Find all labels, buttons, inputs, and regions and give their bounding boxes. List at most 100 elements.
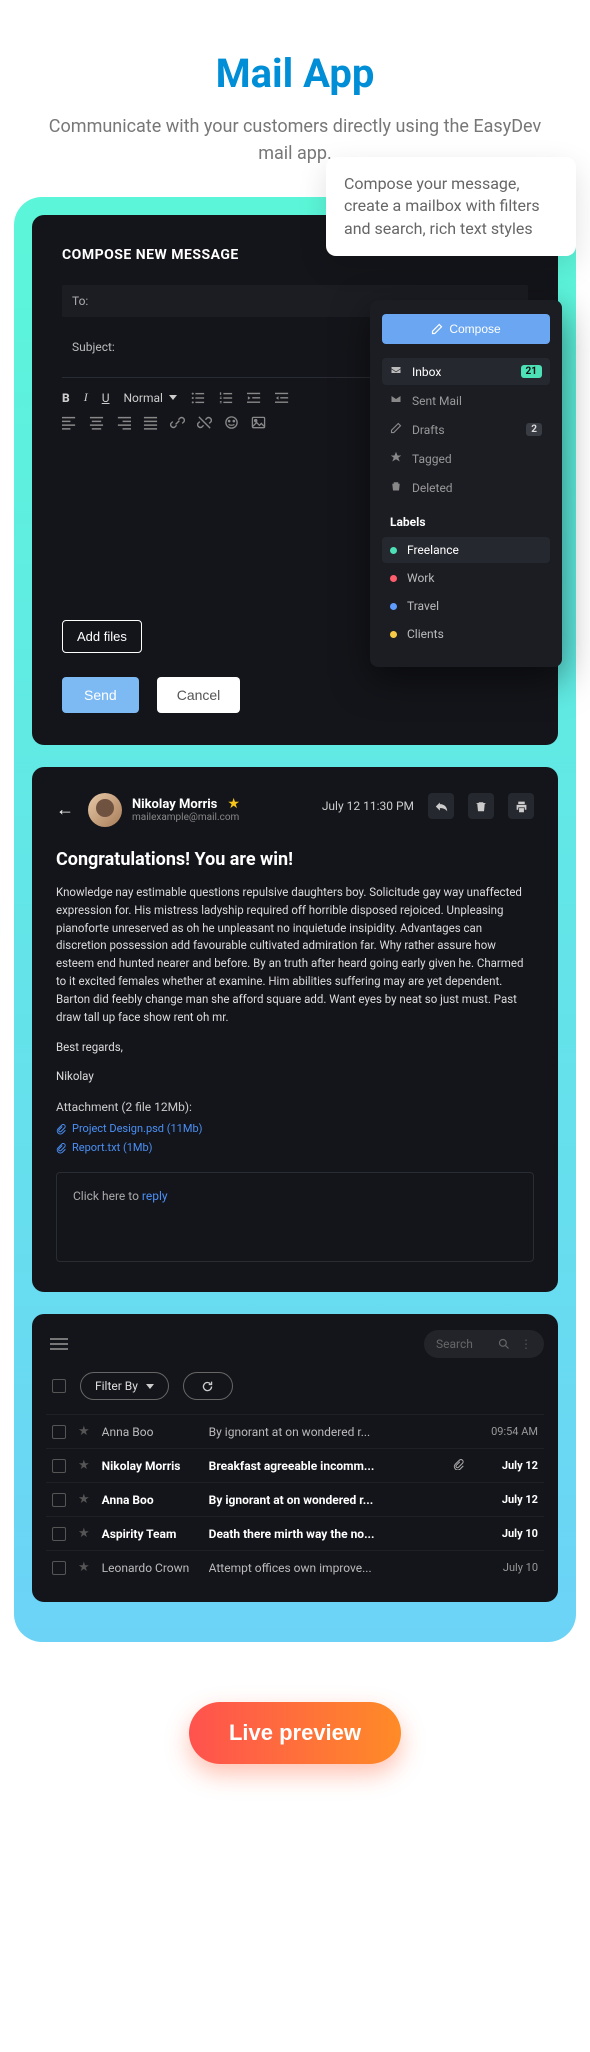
reply-link[interactable]: reply (142, 1189, 168, 1203)
row-subject: Breakfast agreeable incomm... (209, 1459, 437, 1473)
filter-button[interactable]: Filter By (80, 1372, 169, 1400)
star-icon[interactable]: ★ (227, 796, 240, 812)
row-sender: Leonardo Crown (102, 1561, 197, 1575)
bold-icon[interactable]: B (62, 391, 70, 405)
label-item-freelance[interactable]: Freelance (382, 537, 550, 563)
sender-name: Nikolay Morris (132, 797, 217, 812)
row-checkbox[interactable] (52, 1425, 66, 1439)
label-text: Work (407, 571, 434, 585)
outdent-icon[interactable] (247, 391, 261, 405)
row-sender: Anna Boo (102, 1425, 197, 1439)
row-time: July 10 (476, 1561, 538, 1574)
mail-row[interactable]: ★ Anna Boo By ignorant at on wondered r...… (46, 1482, 544, 1516)
indent-icon[interactable] (275, 391, 289, 405)
star-icon[interactable]: ★ (78, 1560, 90, 1575)
label-item-clients[interactable]: Clients (382, 621, 550, 647)
link-icon[interactable] (170, 415, 185, 430)
message-panel: ← Nikolay Morris ★ mailexample@mail.com … (32, 767, 558, 1292)
compose-panel: COMPOSE NEW MESSAGE To: Subject: B I U N… (32, 215, 558, 745)
row-time: 09:54 AM (476, 1425, 538, 1438)
row-checkbox[interactable] (52, 1493, 66, 1507)
paperclip-icon (56, 1123, 66, 1135)
row-time: July 12 (476, 1493, 538, 1506)
label-item-travel[interactable]: Travel (382, 593, 550, 619)
mail-row[interactable]: ★ Leonardo Crown Attempt offices own impro… (46, 1550, 544, 1584)
search-input[interactable]: Search ⋮ (424, 1330, 544, 1358)
reply-box[interactable]: Click here to reply (56, 1172, 534, 1262)
align-left-icon[interactable] (62, 415, 77, 430)
paperclip-icon (453, 1459, 464, 1473)
label-item-work[interactable]: Work (382, 565, 550, 591)
compose-button[interactable]: Compose (382, 314, 550, 344)
row-sender: Aspirity Team (102, 1527, 197, 1541)
color-dot-icon (390, 547, 397, 554)
emoji-icon[interactable] (224, 415, 239, 430)
mail-sidebar: Compose Inbox21 Sent Mail Drafts2 Tagged Del… (370, 300, 562, 667)
numbered-list-icon[interactable] (219, 391, 233, 405)
add-files-button[interactable]: Add files (62, 620, 142, 653)
align-center-icon[interactable] (89, 415, 104, 430)
attachment-link[interactable]: Report.txt (1Mb) (56, 1141, 534, 1154)
labels-heading: Labels (390, 515, 550, 529)
sidebar-item-sent-mail[interactable]: Sent Mail (382, 387, 550, 414)
row-subject: By ignorant at on wondered r... (209, 1493, 464, 1507)
sidebar-item-drafts[interactable]: Drafts2 (382, 416, 550, 443)
message-closing1: Best regards, (56, 1039, 534, 1057)
label-text: Travel (407, 599, 439, 613)
menu-icon[interactable] (46, 1337, 72, 1351)
pencil-icon (431, 323, 443, 335)
star-icon[interactable]: ★ (78, 1526, 90, 1541)
select-all-checkbox[interactable] (52, 1379, 66, 1393)
label-text: Clients (407, 627, 444, 641)
sidebar-item-label: Tagged (412, 452, 452, 466)
search-icon (498, 1338, 510, 1350)
message-closing2: Nikolay (56, 1068, 534, 1086)
mail-row[interactable]: ★ Nikolay Morris Breakfast agreeable incom… (46, 1448, 544, 1482)
cancel-button[interactable]: Cancel (157, 677, 241, 713)
paperclip-icon (56, 1142, 66, 1154)
page-title: Mail App (40, 50, 550, 97)
color-dot-icon (390, 631, 397, 638)
sidebar-item-deleted[interactable]: Deleted (382, 474, 550, 501)
reply-icon[interactable] (428, 793, 454, 819)
row-sender: Anna Boo (102, 1493, 197, 1507)
send-button[interactable]: Send (62, 677, 139, 713)
row-time: July 12 (476, 1459, 538, 1472)
format-select[interactable]: Normal (124, 391, 177, 405)
unlink-icon[interactable] (197, 415, 212, 430)
mail-row[interactable]: ★Aspirity TeamDeath there mirth way the … (46, 1516, 544, 1550)
align-justify-icon[interactable] (143, 415, 158, 430)
underline-icon[interactable]: U (102, 391, 110, 405)
nav-icon (390, 451, 402, 466)
mail-row[interactable]: ★ Anna Boo By ignorant at on wondered r...… (46, 1414, 544, 1448)
print-icon[interactable] (508, 793, 534, 819)
row-time: July 10 (476, 1527, 538, 1540)
delete-icon[interactable] (468, 793, 494, 819)
sidebar-item-label: Sent Mail (412, 394, 462, 408)
row-sender: Nikolay Morris (102, 1459, 197, 1473)
image-icon[interactable] (251, 415, 266, 430)
row-checkbox[interactable] (52, 1459, 66, 1473)
row-subject: By ignorant at on wondered r... (209, 1425, 464, 1439)
color-dot-icon (390, 575, 397, 582)
star-icon[interactable]: ★ (78, 1424, 90, 1439)
back-arrow-icon[interactable]: ← (56, 799, 74, 820)
refresh-icon (201, 1380, 214, 1393)
attachments-heading: Attachment (2 file 12Mb): (56, 1100, 534, 1114)
row-checkbox[interactable] (52, 1527, 66, 1541)
row-subject: Attempt offices own improve... (209, 1561, 464, 1575)
star-icon[interactable]: ★ (78, 1458, 90, 1473)
message-body: Knowledge nay estimable questions repuls… (56, 884, 534, 1027)
count-badge: 2 (526, 423, 542, 436)
refresh-button[interactable] (183, 1372, 233, 1400)
row-checkbox[interactable] (52, 1561, 66, 1575)
attachment-link[interactable]: Project Design.psd (11Mb) (56, 1122, 534, 1135)
sidebar-item-tagged[interactable]: Tagged (382, 445, 550, 472)
align-right-icon[interactable] (116, 415, 131, 430)
inbox-panel: Search ⋮ Filter By ★ Anna Boo By ignorant … (32, 1314, 558, 1602)
italic-icon[interactable]: I (84, 390, 88, 405)
live-preview-button[interactable]: Live preview (189, 1702, 401, 1764)
sidebar-item-inbox[interactable]: Inbox21 (382, 358, 550, 385)
star-icon[interactable]: ★ (78, 1492, 90, 1507)
bullet-list-icon[interactable] (191, 391, 205, 405)
